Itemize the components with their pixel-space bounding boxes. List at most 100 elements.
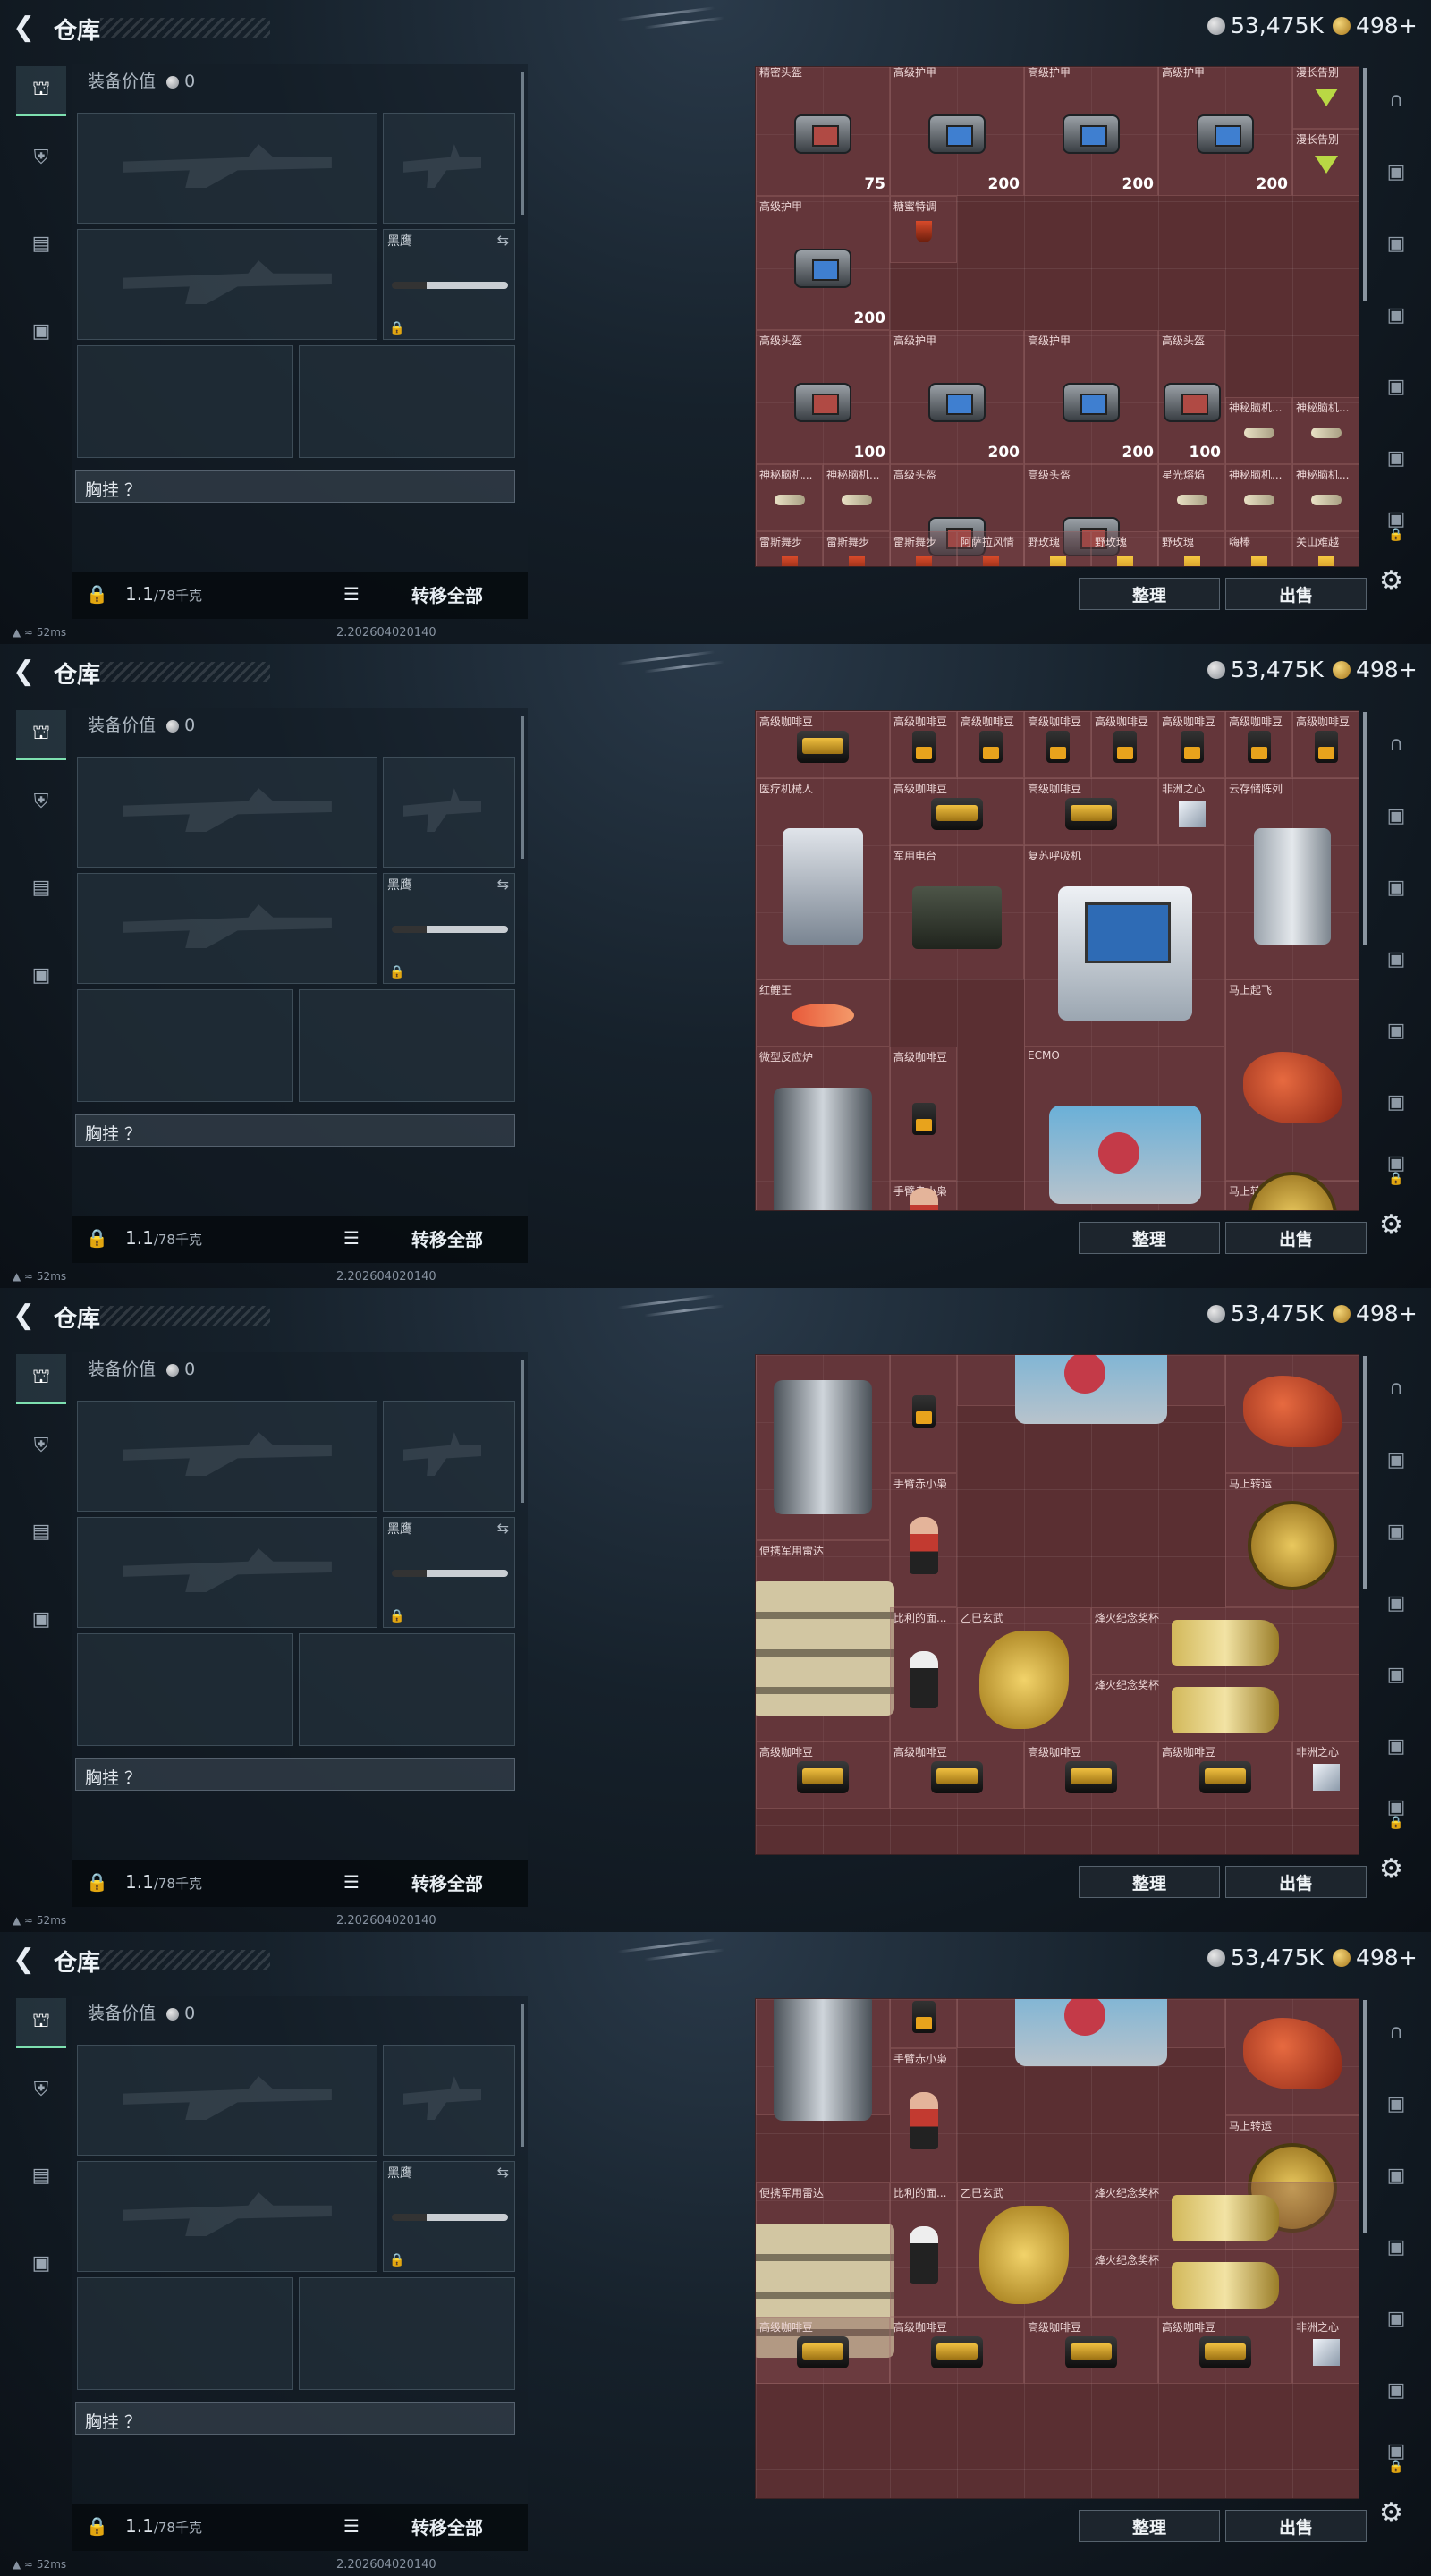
back-icon[interactable]: ❮: [13, 657, 39, 687]
stash-item[interactable]: ECMO: [957, 1355, 1225, 1425]
stash-item[interactable]: 高级咖啡豆: [1158, 2317, 1292, 2384]
stash-item[interactable]: 漫长告别: [1292, 67, 1359, 129]
stash-item[interactable]: 高级护甲 200: [890, 330, 1024, 464]
stash-item[interactable]: 关山难越: [1292, 531, 1359, 566]
list-icon[interactable]: ☰: [343, 2515, 360, 2537]
transfer-all-button[interactable]: 转移全部: [411, 1225, 483, 1251]
stash-item[interactable]: 高级咖啡豆: [890, 1741, 1024, 1809]
stash-item[interactable]: 比利的面...: [890, 2182, 957, 2317]
stash-item[interactable]: ECMO: [957, 1999, 1225, 2067]
stash-item[interactable]: 高级咖啡豆: [1024, 778, 1158, 845]
chest-rig-slot[interactable]: 胸挂 ？: [75, 1114, 515, 1147]
sidebar-item-weapons[interactable]: ⛫: [16, 710, 66, 760]
stash-item[interactable]: [1225, 1999, 1359, 2115]
stash-item[interactable]: [890, 1999, 957, 2048]
sort-button[interactable]: 整理: [1079, 2510, 1220, 2542]
stash-item[interactable]: 高级咖啡豆: [1024, 711, 1091, 778]
stash-item[interactable]: 阿萨拉风情: [957, 531, 1024, 566]
list-icon[interactable]: ☰: [343, 1227, 360, 1249]
sidebar-item-weapons[interactable]: ⛫: [16, 66, 66, 116]
stash-item[interactable]: 嗨棒: [1225, 531, 1292, 566]
stash-item[interactable]: 马上起飞: [1225, 1355, 1359, 1473]
stash-item[interactable]: 高级咖啡豆: [890, 1046, 957, 1181]
melee-slot[interactable]: 黑鹰 ⇆ 🔒: [383, 229, 515, 340]
gold-currency[interactable]: 498+: [1333, 657, 1418, 682]
stash-grid[interactable]: 高级咖啡豆 高级咖啡豆 高级咖啡豆 高级咖啡豆 高级咖啡豆 高级咖啡豆 高级咖啡豆 高级咖啡豆…: [755, 710, 1359, 1211]
stash-item[interactable]: 野玫瑰: [1158, 531, 1225, 566]
stash-item[interactable]: 马上起飞: [1225, 979, 1359, 1181]
rail-tab-3-icon[interactable]: ▣: [1381, 1517, 1411, 1547]
rail-tab-4-icon[interactable]: ▣: [1381, 301, 1411, 331]
stash-item[interactable]: 高级护甲 200: [890, 67, 1024, 196]
rail-tab-2-icon[interactable]: ▣: [1381, 801, 1411, 832]
sidebar-item-rig[interactable]: ▤: [16, 2150, 66, 2200]
stash-item[interactable]: 烽火纪念奖杯: [1091, 1607, 1359, 1674]
rail-tab-5-icon[interactable]: ▣: [1381, 372, 1411, 402]
chest-rig-slot[interactable]: 胸挂 ？: [75, 470, 515, 503]
loadout-scrollbar[interactable]: [521, 1360, 524, 1503]
stash-item[interactable]: 烽火纪念奖杯: [1091, 1674, 1359, 1741]
stash-item[interactable]: 高级咖啡豆: [890, 2317, 1024, 2384]
back-icon[interactable]: ❮: [13, 13, 39, 43]
primary-weapon-slot[interactable]: [77, 113, 377, 224]
stash-item[interactable]: 高级咖啡豆: [1091, 711, 1158, 778]
rail-tab-3-icon[interactable]: ▣: [1381, 873, 1411, 903]
stash-grid[interactable]: 精密头盔 75 高级护甲 200 高级护甲 200 高级护甲 200 高级护甲 200 糖蜜特调 高级…: [755, 66, 1359, 567]
loadout-scrollbar[interactable]: [521, 716, 524, 859]
melee-slot[interactable]: 黑鹰 ⇆ 🔒: [383, 2161, 515, 2272]
sidebar-item-armor[interactable]: ⛨: [16, 776, 66, 826]
secondary-weapon-slot[interactable]: [77, 873, 377, 984]
stash-item[interactable]: 高级咖啡豆: [890, 778, 1024, 845]
rail-tab-2-icon[interactable]: ▣: [1381, 157, 1411, 188]
stash-item[interactable]: 手臂赤小枭: [890, 1473, 957, 1607]
melee-slot[interactable]: 黑鹰 ⇆ 🔒: [383, 1517, 515, 1628]
gold-currency[interactable]: 498+: [1333, 13, 1418, 38]
chest-rig-slot[interactable]: 胸挂 ？: [75, 2402, 515, 2435]
rail-tab-5-icon[interactable]: ▣: [1381, 1016, 1411, 1046]
stash-item[interactable]: 手臂赤小枭: [890, 1181, 957, 1210]
rail-tab-4-icon[interactable]: ▣: [1381, 1589, 1411, 1619]
lock-icon[interactable]: 🔒: [1388, 1172, 1403, 1186]
rail-tab-6-icon[interactable]: ▣: [1381, 1088, 1411, 1118]
sidearm-slot[interactable]: [383, 2045, 515, 2156]
stash-item[interactable]: [756, 1999, 890, 2121]
stash-item[interactable]: 高级护甲 200: [1158, 67, 1292, 196]
stash-item[interactable]: 高级咖啡豆: [1024, 1741, 1158, 1809]
lock-icon[interactable]: 🔒: [1388, 2460, 1403, 2474]
stash-item[interactable]: 高级咖啡豆: [1225, 711, 1292, 778]
sidebar-item-backpack[interactable]: ▣: [16, 950, 66, 1000]
stash-item[interactable]: 神秘脑机...: [1225, 464, 1292, 531]
stash-item[interactable]: 高级护甲 200: [1024, 67, 1158, 196]
stash-item[interactable]: 星光熔焰: [1158, 464, 1225, 531]
stash-grid[interactable]: ECMO手臂赤小枭马上转运便携军用雷达比利的面...乙巳玄武烽火纪念奖杯烽火纪念…: [755, 1998, 1359, 2499]
rail-tab-6-icon[interactable]: ▣: [1381, 2376, 1411, 2406]
sidebar-item-rig[interactable]: ▤: [16, 862, 66, 912]
stash-item[interactable]: 比利的面...: [890, 1607, 957, 1741]
stash-item[interactable]: 野玫瑰: [1091, 531, 1158, 566]
armor-slot[interactable]: [299, 2277, 515, 2390]
stash-item[interactable]: 神秘脑机...: [756, 464, 823, 531]
rail-tab-3-icon[interactable]: ▣: [1381, 2161, 1411, 2191]
rail-tab-6-icon[interactable]: ▣: [1381, 1732, 1411, 1762]
primary-weapon-slot[interactable]: [77, 1401, 377, 1512]
lock-icon[interactable]: 🔒: [1388, 528, 1403, 542]
stash-item[interactable]: 神秘脑机...: [1292, 464, 1359, 531]
stash-item[interactable]: 漫长告别: [1292, 129, 1359, 196]
gear-icon[interactable]: ⚙: [1379, 1209, 1403, 1241]
stash-item[interactable]: 军用电台: [890, 845, 1024, 979]
stash-grid[interactable]: 微型反应炉高级咖啡豆ECMO马上起飞手臂赤小枭马上转运便携军用雷达比利的面...…: [755, 1354, 1359, 1855]
sidebar-item-rig[interactable]: ▤: [16, 218, 66, 268]
rail-tab-all-icon[interactable]: ∩: [1381, 2018, 1411, 2048]
rail-tab-2-icon[interactable]: ▣: [1381, 1445, 1411, 1476]
swap-icon[interactable]: ⇆: [497, 232, 509, 249]
stash-item[interactable]: 手臂赤小枭: [890, 2048, 957, 2182]
stash-item[interactable]: 非洲之心: [1158, 778, 1225, 845]
stash-item[interactable]: 烽火纪念奖杯: [1091, 2250, 1359, 2317]
back-icon[interactable]: ❮: [13, 1945, 39, 1975]
rail-tab-5-icon[interactable]: ▣: [1381, 2304, 1411, 2334]
gear-icon[interactable]: ⚙: [1379, 2497, 1403, 2529]
stash-item[interactable]: 高级护甲 200: [756, 196, 890, 330]
rail-tab-3-icon[interactable]: ▣: [1381, 229, 1411, 259]
stash-item[interactable]: 神秘脑机...: [823, 464, 890, 531]
stash-item[interactable]: 云存储阵列: [1225, 778, 1359, 979]
